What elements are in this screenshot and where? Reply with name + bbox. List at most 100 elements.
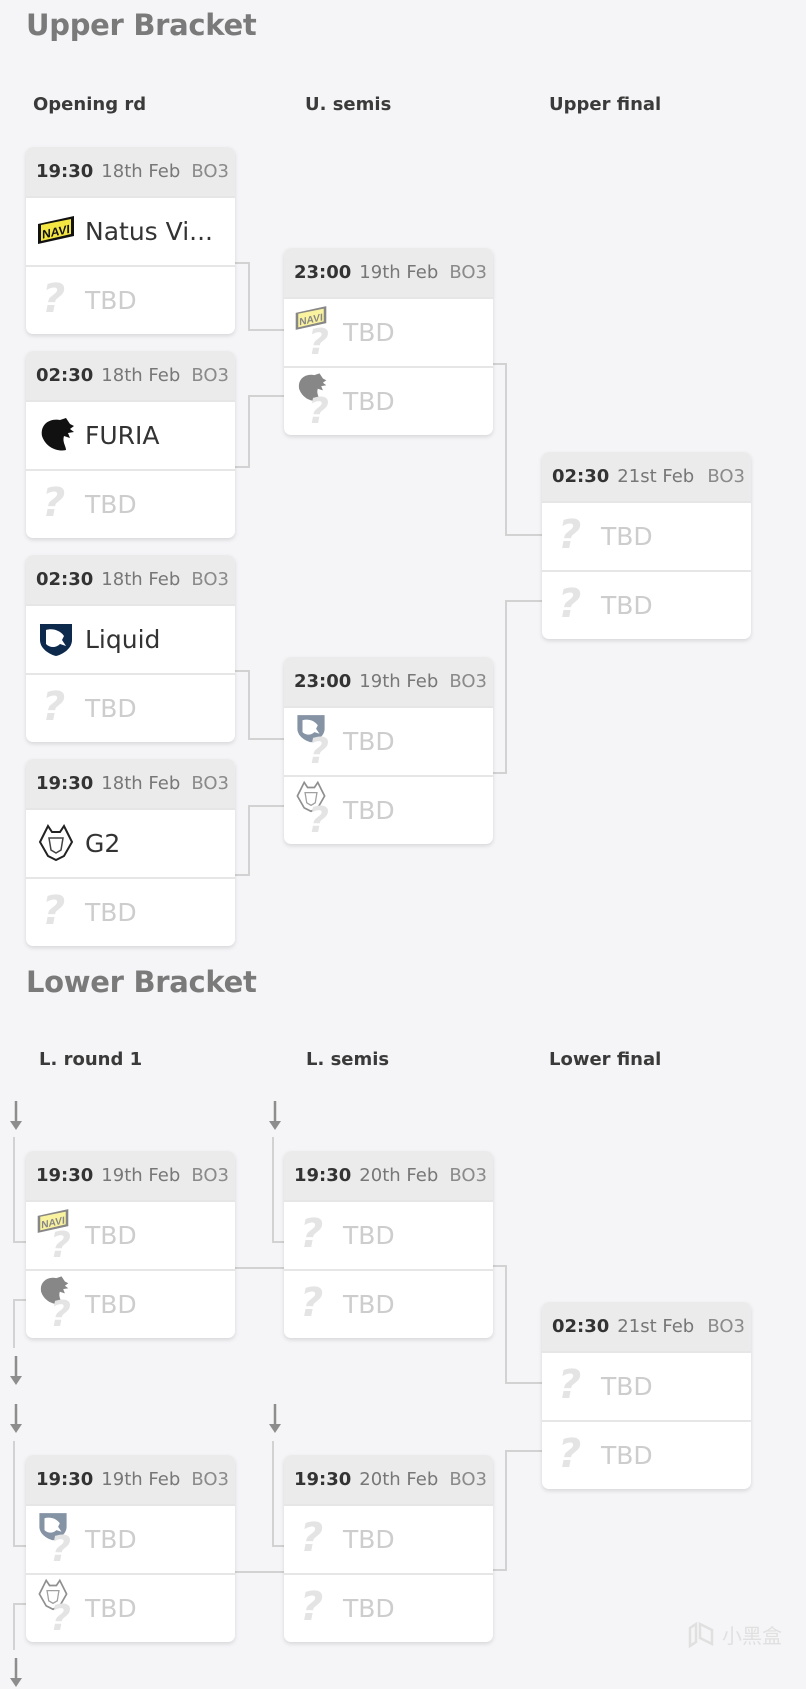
team-row[interactable]: ? TBD bbox=[284, 1504, 493, 1573]
match-date: 21st Feb bbox=[617, 1316, 695, 1337]
match-format: BO3 bbox=[449, 262, 487, 283]
question-icon: ? bbox=[50, 1294, 71, 1335]
team-row[interactable]: ? TBD bbox=[26, 1504, 235, 1573]
match-card[interactable]: 02:30 21st Feb BO3? TBD? TBD bbox=[542, 452, 751, 639]
g2-logo-icon bbox=[36, 822, 76, 862]
team-name: TBD bbox=[601, 1441, 653, 1470]
match-card[interactable]: 19:30 20th Feb BO3 ? TBD? TBD bbox=[284, 1455, 493, 1642]
question-icon: ? bbox=[308, 800, 329, 841]
match-time: 02:30 bbox=[552, 466, 610, 487]
team-row[interactable]: NAVI? TBD bbox=[284, 297, 493, 366]
team-row[interactable]: ? TBD bbox=[542, 1351, 751, 1420]
navi-logo-icon: NAVI bbox=[36, 210, 76, 250]
match-format: BO3 bbox=[449, 1469, 487, 1490]
team-name: TBD bbox=[85, 490, 137, 519]
match-card[interactable]: 19:30 18th Feb BO3 G2? TBD bbox=[26, 759, 235, 946]
match-date: 19th Feb bbox=[101, 1165, 181, 1186]
match-format: BO3 bbox=[191, 569, 229, 590]
team-row[interactable]: ? TBD bbox=[284, 1269, 493, 1338]
team-row[interactable]: ? TBD bbox=[542, 1420, 751, 1489]
team-row[interactable]: ? TBD bbox=[284, 1200, 493, 1269]
question-icon: ? bbox=[308, 322, 329, 363]
match-date: 19th Feb bbox=[359, 671, 439, 692]
match-format: BO3 bbox=[449, 671, 487, 692]
match-card[interactable]: 19:30 18th Feb BO3 NAVI Natus Vi...? TBD bbox=[26, 147, 235, 334]
match-time: 19:30 bbox=[36, 1165, 94, 1186]
match-header: 19:30 18th Feb BO3 bbox=[26, 759, 235, 808]
team-name: TBD bbox=[601, 522, 653, 551]
team-row[interactable]: ? TBD bbox=[542, 570, 751, 639]
team-name: TBD bbox=[85, 694, 137, 723]
team-name: TBD bbox=[343, 1221, 395, 1250]
team-name: TBD bbox=[343, 727, 395, 756]
team-row[interactable]: ? TBD bbox=[26, 265, 235, 334]
team-row[interactable]: G2 bbox=[26, 808, 235, 877]
match-header: 02:30 21st Feb BO3 bbox=[542, 1302, 751, 1351]
match-format: BO3 bbox=[707, 1316, 745, 1337]
match-header: 19:30 19th Feb BO3 bbox=[26, 1151, 235, 1200]
match-card[interactable]: 19:30 20th Feb BO3? TBD? TBD bbox=[284, 1151, 493, 1338]
team-name: TBD bbox=[85, 898, 137, 927]
match-card[interactable]: 02:30 21st Feb BO3? TBD? TBD bbox=[542, 1302, 751, 1489]
team-row[interactable]: NAVI Natus Vi... bbox=[26, 196, 235, 265]
question-icon: ? bbox=[558, 1362, 582, 1408]
team-row[interactable]: ? TBD bbox=[26, 469, 235, 538]
match-card[interactable]: 23:00 19th Feb BO3? TBD? TBD bbox=[284, 657, 493, 844]
match-date: 19th Feb bbox=[101, 1469, 181, 1490]
team-name: Natus Vi... bbox=[85, 217, 213, 246]
team-row[interactable]: ? TBD bbox=[284, 706, 493, 775]
team-row[interactable]: ? TBD bbox=[284, 775, 493, 844]
team-row[interactable]: ? TBD bbox=[284, 1573, 493, 1642]
team-name: TBD bbox=[85, 1290, 137, 1319]
match-card[interactable]: 02:30 18th Feb BO3 FURIA? TBD bbox=[26, 351, 235, 538]
team-name: TBD bbox=[343, 1525, 395, 1554]
match-date: 20th Feb bbox=[359, 1165, 439, 1186]
team-row[interactable]: NAVI? TBD bbox=[26, 1200, 235, 1269]
watermark-text: 小黑盒 bbox=[722, 1624, 782, 1648]
match-time: 19:30 bbox=[36, 161, 94, 182]
match-time: 23:00 bbox=[294, 671, 352, 692]
question-icon: ? bbox=[558, 512, 582, 558]
question-icon: ? bbox=[50, 1598, 71, 1639]
match-header: 19:30 19th Feb BO3 bbox=[26, 1455, 235, 1504]
match-date: 18th Feb bbox=[101, 569, 181, 590]
team-name: Liquid bbox=[85, 625, 161, 654]
team-row[interactable]: Liquid bbox=[26, 604, 235, 673]
team-name: TBD bbox=[601, 591, 653, 620]
match-header: 19:30 20th Feb BO3 bbox=[284, 1455, 493, 1504]
team-row[interactable]: FURIA bbox=[26, 400, 235, 469]
team-name: TBD bbox=[85, 286, 137, 315]
match-card[interactable]: 23:00 19th Feb BO3 NAVI? TBD? TBD bbox=[284, 248, 493, 435]
team-row[interactable]: ? TBD bbox=[26, 877, 235, 946]
match-format: BO3 bbox=[707, 466, 745, 487]
match-date: 20th Feb bbox=[359, 1469, 439, 1490]
down-arrow-icon bbox=[10, 1356, 22, 1385]
column-label-lower-final: Lower final bbox=[549, 1049, 662, 1070]
upper-bracket-title: Upper Bracket bbox=[26, 8, 257, 42]
column-label-lower-semis: L. semis bbox=[306, 1049, 390, 1070]
match-time: 19:30 bbox=[294, 1469, 352, 1490]
column-label-opening-round: Opening rd bbox=[33, 94, 147, 115]
team-row[interactable]: ? TBD bbox=[542, 501, 751, 570]
team-row[interactable]: ? TBD bbox=[26, 673, 235, 742]
question-icon: ? bbox=[42, 684, 66, 730]
match-card[interactable]: 19:30 19th Feb BO3 NAVI? TBD? TBD bbox=[26, 1151, 235, 1338]
match-header: 23:00 19th Feb BO3 bbox=[284, 248, 493, 297]
team-row[interactable]: ? TBD bbox=[284, 366, 493, 435]
team-name: TBD bbox=[343, 1290, 395, 1319]
team-row[interactable]: ? TBD bbox=[26, 1573, 235, 1642]
question-icon: ? bbox=[50, 1225, 71, 1266]
lower-bracket-title: Lower Bracket bbox=[26, 965, 257, 999]
match-time: 19:30 bbox=[294, 1165, 352, 1186]
team-name: TBD bbox=[343, 387, 395, 416]
team-row[interactable]: ? TBD bbox=[26, 1269, 235, 1338]
match-card[interactable]: 02:30 18th Feb BO3 Liquid? TBD bbox=[26, 555, 235, 742]
match-time: 02:30 bbox=[552, 1316, 610, 1337]
match-time: 02:30 bbox=[36, 365, 94, 386]
column-label-upper-semis: U. semis bbox=[305, 94, 392, 115]
match-format: BO3 bbox=[191, 365, 229, 386]
match-card[interactable]: 19:30 19th Feb BO3? TBD? TBD bbox=[26, 1455, 235, 1642]
team-name: TBD bbox=[85, 1221, 137, 1250]
liquid-logo-icon bbox=[36, 618, 76, 658]
match-format: BO3 bbox=[191, 1469, 229, 1490]
